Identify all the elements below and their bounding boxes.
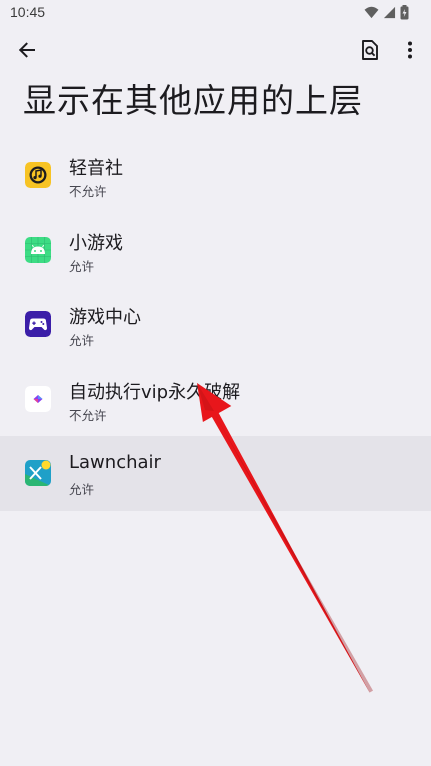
search-in-page-button[interactable] (352, 32, 388, 68)
app-item-auto-exec-vip[interactable]: 自动执行vip永久破解 不允许 (0, 362, 431, 437)
back-button[interactable] (9, 32, 45, 68)
android-icon (25, 236, 51, 263)
music-note-icon (25, 162, 51, 188)
signal-icon (383, 6, 396, 18)
status-time: 10:45 (10, 4, 46, 20)
app-item-lawnchair[interactable]: Lawnchair 允许 (0, 436, 431, 511)
search-in-page-icon (362, 40, 378, 60)
gamepad-icon (25, 311, 51, 337)
status-icons (364, 4, 409, 20)
app-name: 小游戏 (69, 232, 123, 254)
app-permission-status: 允许 (69, 258, 95, 274)
arrow-back-icon (18, 42, 35, 58)
app-list: 轻音社 不允许 小游戏 允许 游戏中心 允许 自动执行vip永久破解 不允许 L… (0, 138, 431, 511)
status-bar: 10:45 (0, 0, 431, 26)
app-permission-status: 允许 (69, 482, 95, 497)
app-name: 游戏中心 (69, 307, 141, 328)
battery-icon (400, 4, 409, 19)
app-permission-status: 不允许 (69, 407, 107, 423)
app-name: 轻音社 (69, 158, 123, 179)
more-options-button[interactable] (392, 32, 428, 68)
app-name: 自动执行vip永久破解 (69, 381, 241, 403)
lawnchair-icon (25, 460, 51, 486)
app-item-xiaoyouxi[interactable]: 小游戏 允许 (0, 213, 431, 288)
diamond-icon (25, 385, 51, 412)
app-permission-status: 不允许 (69, 184, 107, 199)
app-permission-status: 允许 (69, 333, 95, 348)
app-name: Lawnchair (69, 452, 161, 473)
app-item-youxizhongxin[interactable]: 游戏中心 允许 (0, 287, 431, 362)
toolbar (0, 30, 431, 70)
more-vert-icon (408, 41, 412, 59)
app-item-qingyinshe[interactable]: 轻音社 不允许 (0, 138, 431, 213)
wifi-icon (364, 6, 379, 18)
page-title: 显示在其他应用的上层 (23, 81, 363, 120)
